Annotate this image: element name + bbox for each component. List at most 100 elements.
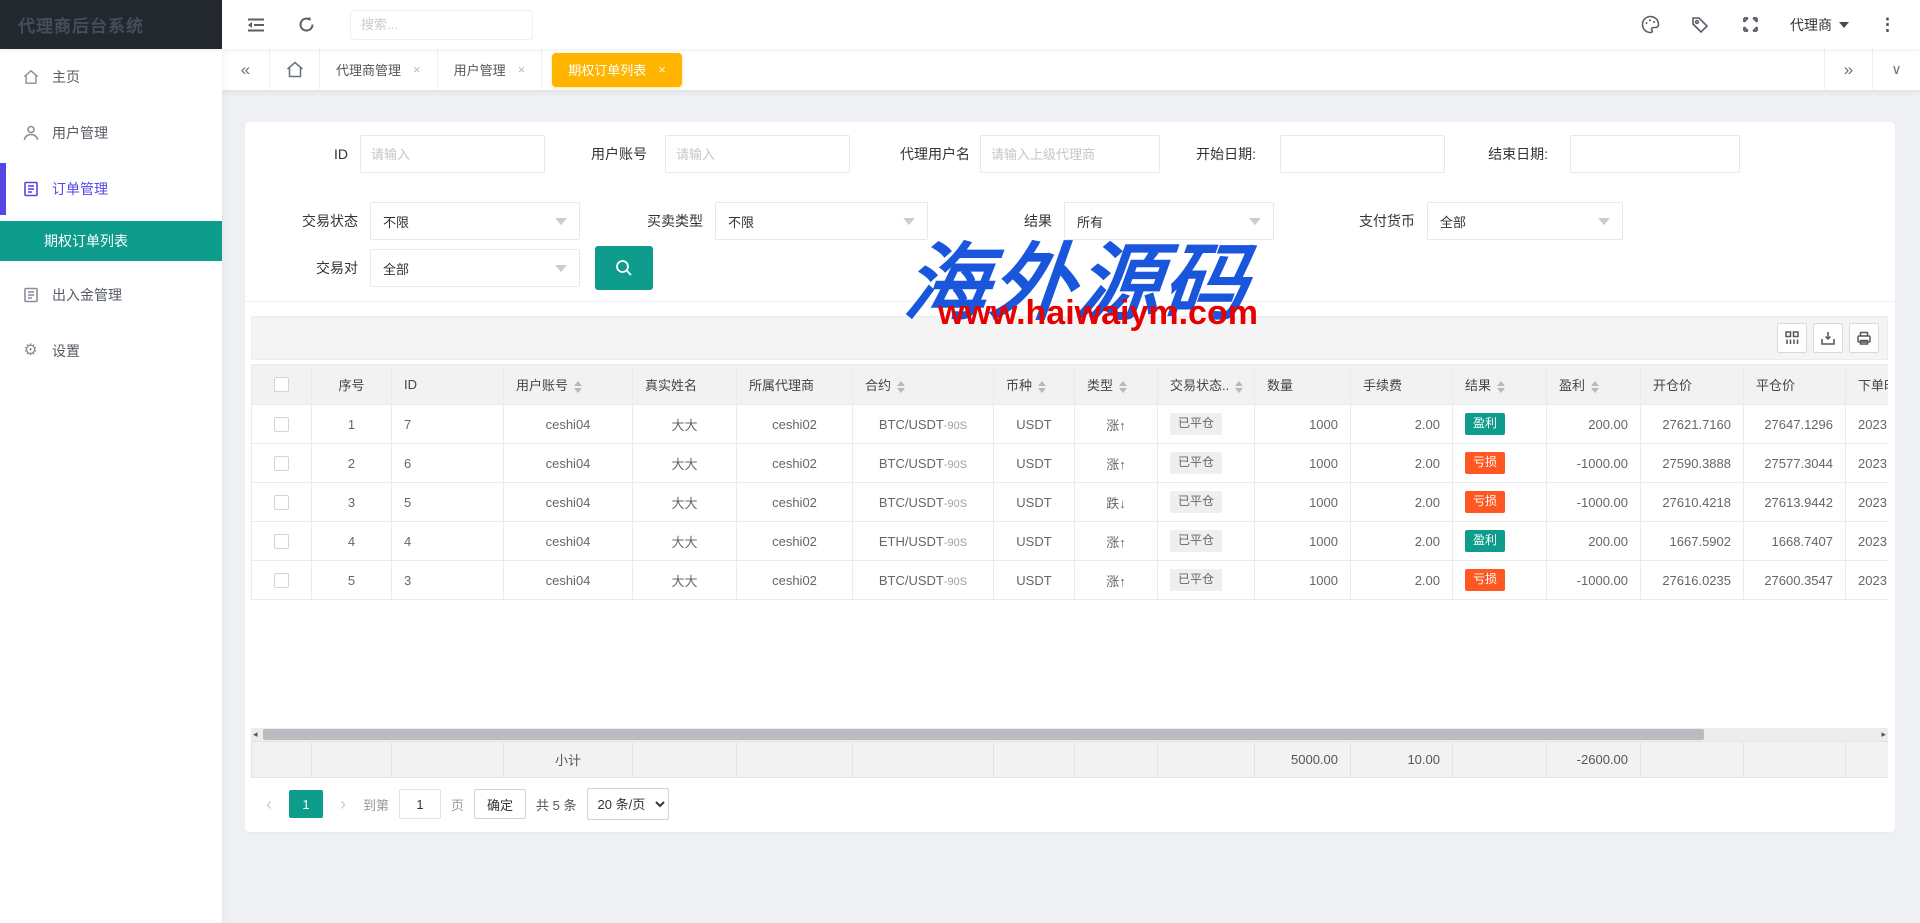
sidebar-item-option-orders[interactable]: 期权订单列表 <box>0 221 222 261</box>
columns-toggle-icon[interactable] <box>1777 323 1807 353</box>
table-header-row: 序号ID用户账号真实姓名所属代理商合约币种类型交易状态..数量手续费结果盈利开仓… <box>252 365 1889 405</box>
sidebar-item-settings[interactable]: ⚙ 设置 <box>0 323 222 379</box>
tabs-dropdown-icon[interactable]: ∨ <box>1872 49 1920 90</box>
filter-start-date-input[interactable] <box>1280 135 1445 173</box>
sort-icon[interactable] <box>1119 381 1127 393</box>
sidebar-item-funds[interactable]: 出入金管理 <box>0 267 222 323</box>
sort-icon[interactable] <box>1038 381 1046 393</box>
goto-page-input[interactable] <box>399 789 441 819</box>
column-header-status[interactable]: 交易状态.. <box>1158 365 1255 405</box>
row-checkbox[interactable] <box>274 573 289 588</box>
cell-account: ceshi04 <box>504 561 633 600</box>
sort-icon[interactable] <box>1497 381 1505 393</box>
filter-agent-user-input[interactable] <box>980 135 1160 173</box>
status-badge: 已平仓 <box>1170 491 1222 513</box>
cell-coin: USDT <box>994 561 1075 600</box>
filter-pay-coin-select[interactable]: 全部 <box>1427 202 1623 240</box>
tabs-back-icon[interactable]: « <box>222 49 270 90</box>
cell-result: 亏损 <box>1453 483 1547 522</box>
cell-coin: USDT <box>994 405 1075 444</box>
column-header-result[interactable]: 结果 <box>1453 365 1547 405</box>
cell-profit: 200.00 <box>1547 405 1641 444</box>
horizontal-scrollbar[interactable]: ◂ ▸ <box>251 728 1888 741</box>
cell-close: 27577.3044 <box>1744 444 1846 483</box>
tag-icon[interactable] <box>1690 15 1710 35</box>
tab-home-icon[interactable] <box>270 49 320 90</box>
summary-cell-coin <box>994 742 1075 778</box>
user-menu-label: 代理商 <box>1790 15 1832 35</box>
cell-name: 大大 <box>633 483 737 522</box>
search-button[interactable] <box>595 246 653 290</box>
table-toolbar <box>251 316 1888 360</box>
cell-contract: BTC/USDT-90S <box>853 405 994 444</box>
chevron-down-icon <box>1839 22 1849 28</box>
current-page-button[interactable]: 1 <box>289 790 323 818</box>
scroll-right-arrow-icon[interactable]: ▸ <box>1881 729 1886 740</box>
menu-fold-icon[interactable] <box>246 15 266 35</box>
cell-type: 跌↓ <box>1075 483 1158 522</box>
global-search-input[interactable] <box>361 17 522 32</box>
close-icon[interactable]: × <box>518 62 526 77</box>
column-header-profit[interactable]: 盈利 <box>1547 365 1641 405</box>
confirm-page-button[interactable]: 确定 <box>474 789 526 819</box>
summary-cell-status <box>1158 742 1255 778</box>
status-badge: 已平仓 <box>1170 413 1222 435</box>
fullscreen-icon[interactable] <box>1740 15 1760 35</box>
selected-value: 所有 <box>1077 212 1103 231</box>
sidebar-item-home[interactable]: 主页 <box>0 49 222 105</box>
filter-account-input[interactable] <box>665 135 850 173</box>
scroll-left-arrow-icon[interactable]: ◂ <box>253 729 258 740</box>
tab-user-management[interactable]: 用户管理 × <box>438 49 543 90</box>
theme-palette-icon[interactable] <box>1640 15 1660 35</box>
row-checkbox[interactable] <box>274 417 289 432</box>
contract-period-label: -90S <box>944 420 967 432</box>
row-checkbox[interactable] <box>274 534 289 549</box>
summary-cell-profit: -2600.00 <box>1547 742 1641 778</box>
cell-profit: 200.00 <box>1547 522 1641 561</box>
row-checkbox[interactable] <box>274 495 289 510</box>
column-header-account[interactable]: 用户账号 <box>504 365 633 405</box>
row-checkbox[interactable] <box>274 456 289 471</box>
cell-fee: 2.00 <box>1351 522 1453 561</box>
tabs-forward-icon[interactable]: » <box>1824 49 1872 90</box>
sort-icon[interactable] <box>897 381 905 393</box>
cell-time: 2023 <box>1846 522 1889 561</box>
column-header-type[interactable]: 类型 <box>1075 365 1158 405</box>
filter-id-label: ID <box>245 146 348 162</box>
scrollbar-thumb[interactable] <box>263 729 1704 740</box>
print-icon[interactable] <box>1849 323 1879 353</box>
tab-agent-management[interactable]: 代理商管理 × <box>320 49 438 90</box>
filter-pair-select[interactable]: 全部 <box>370 249 580 287</box>
sidebar-item-orders[interactable]: 订单管理 <box>0 161 222 217</box>
filter-trade-type-select[interactable]: 不限 <box>715 202 928 240</box>
select-caret-icon <box>555 265 567 272</box>
column-header-coin[interactable]: 币种 <box>994 365 1075 405</box>
next-page-icon[interactable]: › <box>333 794 353 815</box>
user-menu[interactable]: 代理商 <box>1790 15 1849 35</box>
refresh-icon[interactable] <box>296 15 316 35</box>
goto-label: 到第 <box>363 795 389 814</box>
select-all-checkbox[interactable] <box>274 377 289 392</box>
page-size-select[interactable]: 20 条/页 <box>587 788 669 820</box>
close-icon[interactable]: × <box>658 62 666 77</box>
more-menu-icon[interactable]: ⋮ <box>1879 16 1896 33</box>
export-icon[interactable] <box>1813 323 1843 353</box>
filter-trade-type-label: 买卖类型 <box>580 211 703 231</box>
column-header-close: 平仓价 <box>1744 365 1846 405</box>
column-header-contract[interactable]: 合约 <box>853 365 994 405</box>
orders-table: 序号ID用户账号真实姓名所属代理商合约币种类型交易状态..数量手续费结果盈利开仓… <box>251 364 1888 600</box>
filter-id-input[interactable] <box>360 135 545 173</box>
sort-icon[interactable] <box>1591 381 1599 393</box>
table-row: 26ceshi04大大ceshi02BTC/USDT-90SUSDT涨↑已平仓1… <box>252 444 1889 483</box>
prev-page-icon[interactable]: ‹ <box>259 794 279 815</box>
sort-icon[interactable] <box>1235 381 1243 393</box>
filter-trade-status-select[interactable]: 不限 <box>370 202 580 240</box>
tab-option-orders[interactable]: 期权订单列表 × <box>552 53 682 87</box>
table-zone: 序号ID用户账号真实姓名所属代理商合约币种类型交易状态..数量手续费结果盈利开仓… <box>251 316 1888 778</box>
filter-result-select[interactable]: 所有 <box>1064 202 1274 240</box>
sort-icon[interactable] <box>574 381 582 393</box>
sidebar-item-users[interactable]: 用户管理 <box>0 105 222 161</box>
filter-end-date-input[interactable] <box>1570 135 1740 173</box>
cell-id: 6 <box>392 444 504 483</box>
close-icon[interactable]: × <box>413 62 421 77</box>
